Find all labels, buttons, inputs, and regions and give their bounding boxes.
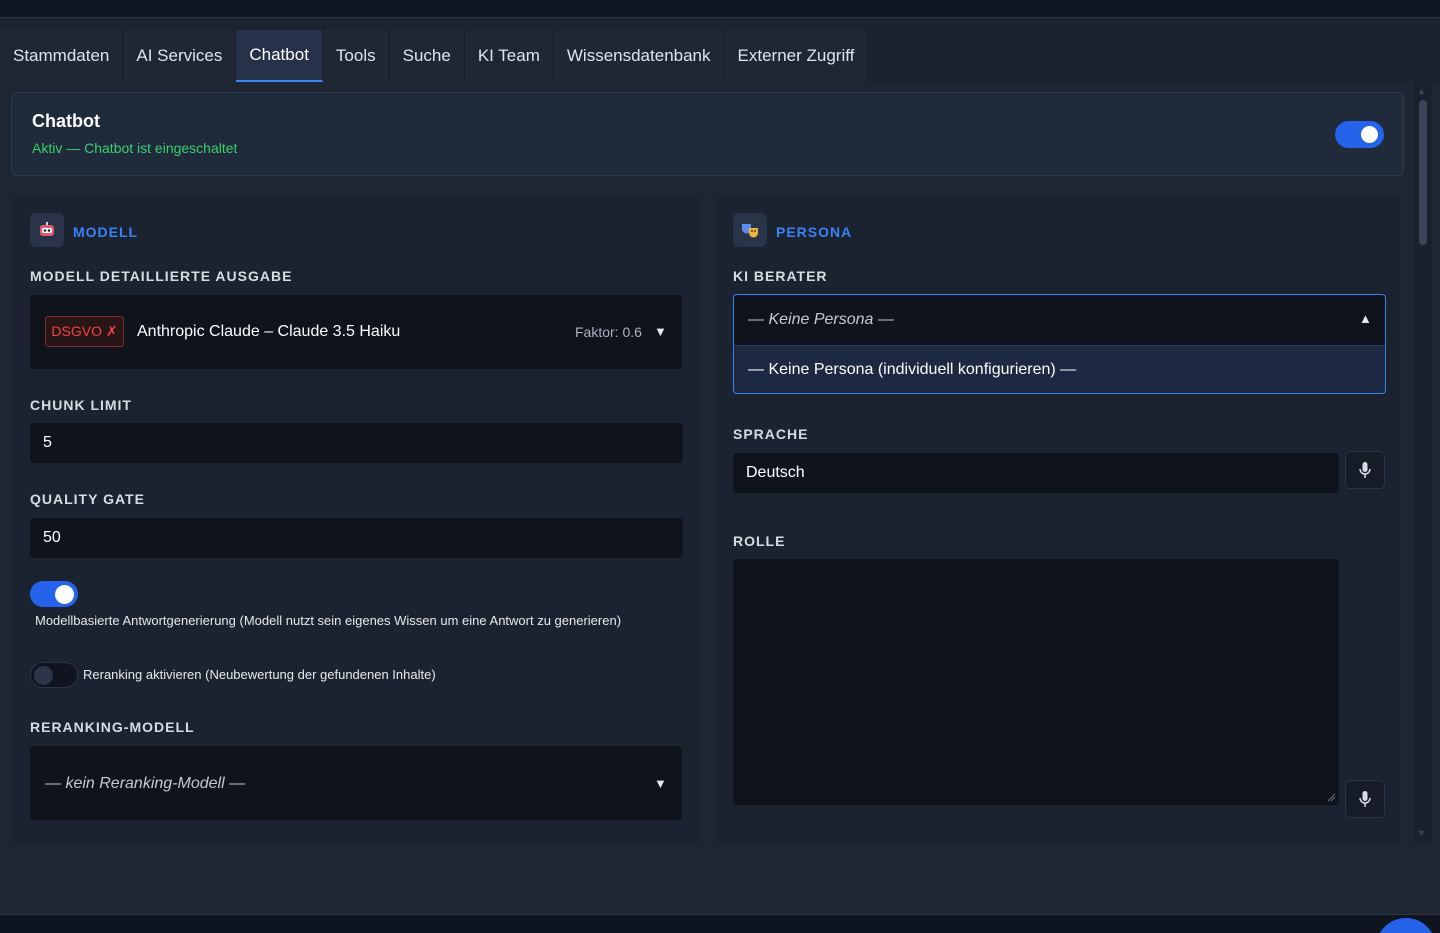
tab-stammdaten[interactable]: Stammdaten xyxy=(0,30,124,82)
toggle-knob xyxy=(55,585,74,604)
tab-tools[interactable]: Tools xyxy=(322,30,390,82)
scrollbar[interactable]: ▲ ▼ xyxy=(1414,82,1432,844)
model-based-answer-toggle[interactable] xyxy=(30,581,78,607)
quality-gate-label: QUALITY GATE xyxy=(30,491,145,507)
tab-externer-zugriff[interactable]: Externer Zugriff xyxy=(724,30,869,82)
chevron-up-icon: ▲ xyxy=(1359,311,1372,326)
model-panel: MODELL MODELL DETAILLIERTE AUSGABE DSGVO… xyxy=(12,195,700,845)
reranking-model-select[interactable]: — kein Reranking-Modell — ▼ xyxy=(30,746,682,820)
chunk-limit-label: CHUNK LIMIT xyxy=(30,397,132,413)
tab-suche[interactable]: Suche xyxy=(389,30,465,82)
persona-panel: PERSONA KI BERATER SPRACHE Deutsch ROLLE… xyxy=(715,195,1401,845)
tab-ai-services[interactable]: AI Services xyxy=(123,30,237,82)
dropdown-option[interactable]: — Keine Persona (individuell konfigurier… xyxy=(748,361,1076,379)
scroll-up-arrow-icon[interactable]: ▲ xyxy=(1417,86,1426,96)
theater-masks-icon xyxy=(733,213,767,247)
chatbot-status-card: Chatbot Aktiv — Chatbot ist eingeschalte… xyxy=(11,92,1404,176)
microphone-icon xyxy=(1359,462,1371,478)
tab-chatbot[interactable]: Chatbot xyxy=(236,30,323,82)
ki-berater-select[interactable]: — Keine Persona — ▲ xyxy=(733,294,1386,346)
model-select[interactable]: DSGVO ✗ Anthropic Claude – Claude 3.5 Ha… xyxy=(30,295,682,369)
chevron-down-icon: ▼ xyxy=(654,776,667,791)
model-based-answer-label: Modellbasierte Antwortgenerierung (Model… xyxy=(35,613,622,628)
chunk-limit-input[interactable]: 5 xyxy=(30,423,683,463)
chevron-down-icon: ▼ xyxy=(654,324,667,339)
selected-model-text: Anthropic Claude – Claude 3.5 Haiku xyxy=(137,323,401,340)
tab-bar: Stammdaten AI Services Chatbot Tools Suc… xyxy=(0,30,869,82)
status-title: Chatbot xyxy=(32,111,100,131)
bottom-area xyxy=(0,844,1440,914)
toggle-knob xyxy=(1361,126,1378,143)
bottom-bar xyxy=(0,914,1440,933)
microphone-icon xyxy=(1359,791,1371,807)
toggle-knob xyxy=(34,666,53,685)
reranking-toggle-label: Reranking aktivieren (Neubewertung der g… xyxy=(83,667,436,682)
scroll-thumb[interactable] xyxy=(1419,100,1427,245)
model-factor: Faktor: 0.6 xyxy=(575,324,642,340)
rolle-mic-button[interactable] xyxy=(1345,780,1385,818)
model-section-title: MODELL xyxy=(73,224,139,240)
persona-section-title: PERSONA xyxy=(776,224,853,240)
quality-gate-input[interactable]: 50 xyxy=(30,518,683,558)
reranking-model-label: RERANKING-MODELL xyxy=(30,719,195,735)
robot-icon xyxy=(30,213,64,247)
scroll-down-arrow-icon[interactable]: ▼ xyxy=(1417,828,1426,838)
reranking-toggle[interactable] xyxy=(30,662,78,688)
sprache-input[interactable]: Deutsch xyxy=(733,453,1339,493)
tab-wissensdatenbank[interactable]: Wissensdatenbank xyxy=(553,30,725,82)
sprache-label: SPRACHE xyxy=(733,426,809,442)
sprache-mic-button[interactable] xyxy=(1345,451,1385,489)
tab-ki-team[interactable]: KI Team xyxy=(464,30,554,82)
dsgvo-badge: DSGVO ✗ xyxy=(45,316,124,347)
status-subtitle: Aktiv — Chatbot ist eingeschaltet xyxy=(32,140,238,156)
top-bar xyxy=(0,0,1440,18)
resize-handle-icon[interactable] xyxy=(1327,793,1336,802)
rolle-textarea[interactable] xyxy=(733,559,1339,805)
ki-berater-value: — Keine Persona — xyxy=(748,311,894,328)
ki-berater-dropdown: — Keine Persona (individuell konfigurier… xyxy=(733,345,1386,394)
model-detail-label: MODELL DETAILLIERTE AUSGABE xyxy=(30,268,293,284)
reranking-model-value: — kein Reranking-Modell — xyxy=(45,775,246,792)
chatbot-enable-toggle[interactable] xyxy=(1335,121,1384,148)
rolle-label: ROLLE xyxy=(733,533,786,549)
ki-berater-label: KI BERATER xyxy=(733,268,828,284)
